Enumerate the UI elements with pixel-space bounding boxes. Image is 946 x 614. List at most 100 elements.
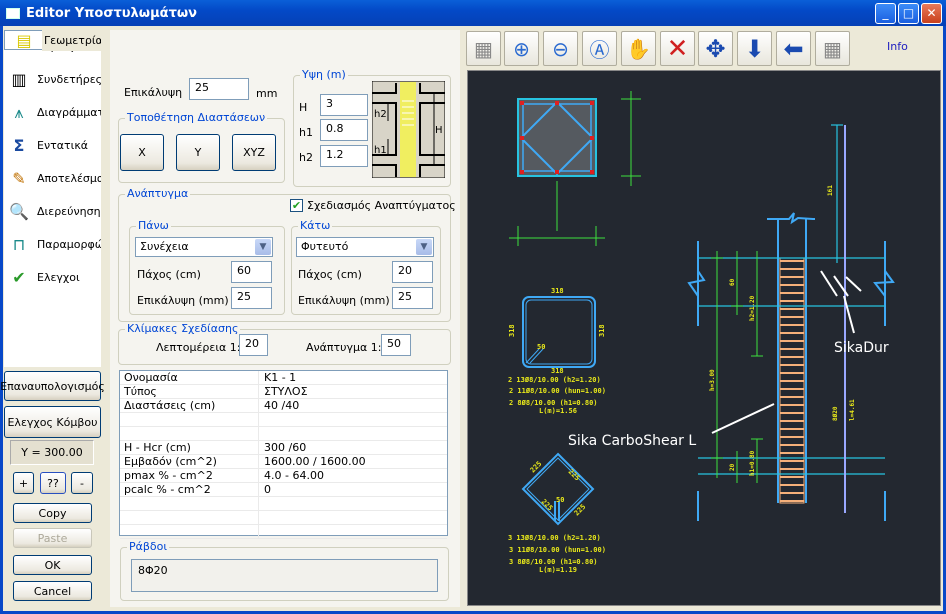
x-button[interactable]: X: [120, 134, 164, 171]
info-link[interactable]: Info: [887, 40, 908, 53]
h2-label: h2: [299, 151, 313, 164]
table-cell-value: 300 /60: [264, 441, 307, 454]
table-cell-label: [120, 413, 259, 426]
sidebar-item-checks[interactable]: ✔ Ελεγχοι: [4, 261, 101, 294]
bottom-thickness-input[interactable]: 20: [392, 261, 433, 283]
slab-dim: 60: [729, 278, 736, 286]
cancel-button[interactable]: Cancel: [13, 581, 92, 601]
results-icon: ✎: [12, 169, 26, 188]
table-cell-label: [120, 525, 259, 538]
node-check-button[interactable]: Ελεγχος Κόμβου: [4, 406, 101, 438]
sidebar-item-diagrams[interactable]: ⩚Διαγράμματα: [4, 96, 101, 129]
table-row: pcalc % - cm^2 0: [120, 483, 447, 497]
window-title: Editor Υποστυλωμάτων: [26, 5, 198, 21]
table-row: Ονομασία K1 - 1: [120, 371, 447, 385]
sidebar-item-results[interactable]: ✎Αποτελέσματα: [4, 162, 101, 195]
maximize-button[interactable]: □: [898, 3, 919, 24]
h1-label: h1: [299, 126, 313, 139]
draw-development-checkbox[interactable]: ✔: [290, 199, 303, 212]
geometry-icon: ▤: [16, 30, 32, 50]
pan-hand-icon[interactable]: ✋: [621, 31, 656, 66]
bottom-cover-label: Επικάλυψη (mm): [298, 294, 390, 307]
table-cell-label: Τύπος: [120, 385, 259, 398]
table-row: [120, 511, 447, 525]
column-elevation: 161 60 h2=1.20 h=3.00 h1=0.80 20 l=4.61 …: [568, 124, 895, 521]
top-thickness-input[interactable]: 60: [231, 261, 272, 283]
cover-unit: mm: [256, 87, 278, 100]
minimize-button[interactable]: _: [875, 3, 896, 24]
bottom-select[interactable]: Φυτευτό ▼: [296, 237, 434, 257]
properties-icon[interactable]: ▦: [466, 31, 501, 66]
stirrups-icon: ▥: [11, 70, 27, 89]
table-row: Εμβαδόν (cm^2) 1600.00 / 1600.00: [120, 455, 447, 469]
diagrams-icon: ⩚: [14, 102, 24, 122]
bottom-cover-input[interactable]: 25: [392, 287, 433, 309]
delete-icon[interactable]: ✕: [660, 31, 695, 66]
ok-button[interactable]: OK: [13, 555, 92, 575]
detail-scale-input[interactable]: 20: [239, 334, 268, 356]
heights-diagram: h2 h1 H: [372, 81, 445, 178]
h2-input[interactable]: 1.2: [320, 145, 368, 167]
sidebar-item-investigation[interactable]: 🔍 Διερεύνηση: [4, 195, 101, 228]
table-row: Διαστάσεις (cm) 40 /40: [120, 399, 447, 413]
bar-mark: 8Ø20: [832, 406, 839, 421]
bottom-group: Κάτω Φυτευτό ▼ Πάχος (cm) 20 Επικάλυψη (m…: [291, 219, 441, 315]
minus-button[interactable]: -: [71, 472, 93, 494]
sidebar-item-geometry[interactable]: ▤ Γεωμετρία: [4, 30, 101, 51]
sidebar-item-forces[interactable]: Σ Εντατικά: [4, 129, 101, 162]
h-input[interactable]: 3: [320, 94, 368, 116]
table-cell-label: Εμβαδόν (cm^2): [120, 455, 259, 468]
arrow-left-icon[interactable]: ⬅: [776, 31, 811, 66]
top-cover-input[interactable]: 25: [231, 287, 272, 309]
stirrup1-left-dim: 318: [508, 324, 516, 337]
copy-button[interactable]: Copy: [13, 503, 92, 523]
plus-button[interactable]: +: [13, 472, 34, 494]
top-select[interactable]: Συνέχεια ▼: [135, 237, 273, 257]
y-button[interactable]: Y: [176, 134, 220, 171]
development-scale-label: Ανάπτυγμα 1:: [306, 341, 382, 354]
table-cell-value: [259, 427, 447, 440]
drawing-canvas[interactable]: 318 318 318 318 50 2 13Ø8/10.00 (h2=1.20…: [467, 70, 941, 606]
development-group: Ανάπτυγμα ✔ Σχεδιασμός Αναπτύγματος Πάνω…: [118, 187, 456, 322]
info-table: Ονομασία K1 - 1 Τύπος ΣΤΥΛΟΣ Διαστάσεις (cm)…: [119, 370, 448, 539]
move-icon[interactable]: ✥: [698, 31, 733, 66]
table-cell-label: pmax % - cm^2: [120, 469, 259, 482]
recalculate-button[interactable]: Επαναυπολογισμός: [0, 371, 105, 401]
zoom-in-icon[interactable]: ⊕: [504, 31, 539, 66]
xyz-button[interactable]: XYZ: [232, 134, 276, 171]
table-row: pmax % - cm^2 4.0 - 64.00: [120, 469, 447, 483]
table-cell-value: [259, 497, 447, 510]
arrow-down-icon[interactable]: ⬇: [737, 31, 772, 66]
forces-icon: Σ: [13, 136, 25, 155]
title-bar: Editor Υποστυλωμάτων: [0, 0, 946, 26]
stirrup2-side-dim: 225: [573, 503, 588, 518]
properties-panel: Επικάλυψη 25 mm Τοποθέτηση Διαστάσεων X …: [110, 30, 460, 607]
close-button[interactable]: ✕: [921, 3, 942, 24]
deformations-icon: ⊓: [12, 235, 26, 254]
stirrup2-hook-dim: 50: [556, 496, 564, 504]
scales-group: Κλίμακες Σχεδίασης Λεπτομέρεια 1: 20 Ανά…: [118, 322, 451, 365]
height-dim: h=3.00: [709, 369, 716, 391]
top-group: Πάνω Συνέχεια ▼ Πάχος (cm) 60 Επικάλυψη (…: [129, 219, 285, 315]
development-scale-input[interactable]: 50: [381, 334, 411, 356]
stirrup-detail-2: 225 225 225 225 50 3 13Ø8/10.00 (h2=1.20…: [508, 452, 606, 574]
table-row: H - Hcr (cm) 300 /60: [120, 441, 447, 455]
zoom-out-icon[interactable]: ⊖: [543, 31, 578, 66]
table-row: Τύπος ΣΤΥΛΟΣ: [120, 385, 447, 399]
table-cell-value: ΣΤΥΛΟΣ: [264, 385, 308, 398]
top-cover-label: Επικάλυψη (mm): [137, 294, 229, 307]
h2-diagram-label: h2: [374, 109, 387, 120]
carboshear-label: Sika CarboShear L: [568, 433, 696, 449]
sidebar-item-deformations[interactable]: ⊓Παραμορφώσεις: [4, 228, 101, 261]
table-row: [120, 427, 447, 441]
sidebar-item-stirrups[interactable]: ▥ Συνδετήρες: [4, 63, 101, 96]
properties-2-icon[interactable]: ▦: [815, 31, 850, 66]
h1-input[interactable]: 0.8: [320, 119, 368, 141]
stirrup1-bottom-dim: 318: [551, 367, 564, 375]
cover-input[interactable]: 25: [189, 78, 249, 100]
table-cell-value: [259, 511, 447, 524]
query-button[interactable]: ??: [40, 472, 66, 494]
zoom-all-icon[interactable]: Ⓐ: [582, 31, 617, 66]
h2-dim: h2=1.20: [749, 295, 756, 321]
bars-field[interactable]: 8Φ20: [131, 559, 438, 592]
